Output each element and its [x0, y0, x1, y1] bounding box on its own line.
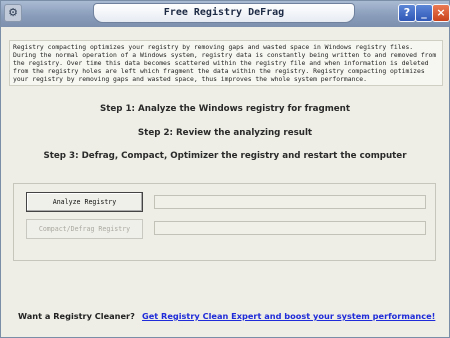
description-line: your registry by removing gaps and waste…	[13, 75, 367, 84]
description-text: Registry compacting optimizes your regis…	[9, 40, 443, 86]
main-window: ⚙ Free Registry DeFrag ? _ × Registry co…	[0, 0, 450, 338]
step-3-label: Step 3: Defrag, Compact, Optimizer the r…	[43, 151, 407, 161]
compact-progress-bar	[154, 221, 426, 235]
step-1-label: Step 1: Analyze the Windows registry for…	[99, 104, 351, 114]
description-line: the registry. Over time this data become…	[13, 59, 429, 68]
step-2-label: Step 2: Review the analyzing result	[137, 128, 313, 138]
window-title: Free Registry DeFrag	[93, 3, 355, 23]
description-line: During the normal operation of a Windows…	[13, 51, 437, 60]
analyze-registry-button[interactable]: Analyze Registry	[26, 192, 143, 212]
help-button[interactable]: ?	[398, 4, 416, 22]
compact-defrag-button[interactable]: Compact/Defrag Registry	[26, 219, 143, 239]
description-line: Registry compacting optimizes your regis…	[13, 43, 414, 51]
analyze-progress-bar	[154, 195, 426, 209]
title-bar[interactable]: ⚙ Free Registry DeFrag ? _ ×	[1, 1, 450, 27]
registry-clean-expert-link[interactable]: Get Registry Clean Expert and boost your…	[142, 311, 435, 321]
minimize-button[interactable]: _	[415, 4, 433, 22]
app-icon: ⚙	[4, 4, 22, 22]
close-button[interactable]: ×	[432, 4, 450, 22]
description-line: from the registry holes are left which f…	[13, 67, 425, 76]
registry-cleaner-prompt: Want a Registry Cleaner?	[18, 311, 135, 321]
